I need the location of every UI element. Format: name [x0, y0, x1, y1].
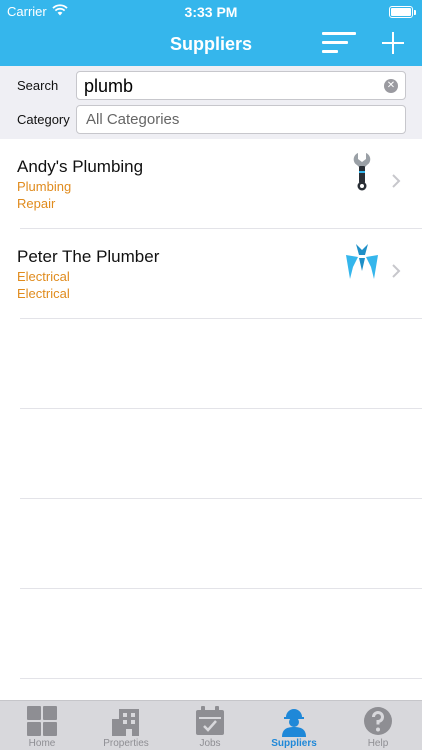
tab-label: Properties — [103, 738, 149, 749]
supplier-category: Repair — [17, 196, 56, 211]
chevron-right-icon — [392, 264, 401, 278]
tab-properties[interactable]: Properties — [84, 701, 168, 750]
home-grid-icon — [27, 706, 57, 736]
chevron-right-icon — [392, 174, 401, 188]
supplier-name: Andy's Plumbing — [17, 157, 144, 176]
tab-jobs[interactable]: Jobs — [168, 701, 252, 750]
search-label: Search — [17, 78, 59, 93]
supplier-row[interactable]: Peter The Plumber Electrical Electrical — [17, 229, 422, 319]
filter-panel: Search ✕ Category All Categories — [0, 66, 422, 139]
help-icon — [364, 707, 392, 735]
clear-search-icon[interactable]: ✕ — [384, 79, 398, 93]
tab-help[interactable]: Help — [336, 701, 420, 750]
supplier-category: Plumbing — [17, 179, 72, 194]
calendar-icon — [196, 706, 224, 735]
status-time: 3:33 PM — [184, 4, 238, 20]
supplier-name: Peter The Plumber — [17, 247, 160, 266]
supplier-row[interactable]: Andy's Plumbing Plumbing Repair — [17, 139, 422, 229]
tab-label: Home — [28, 738, 56, 749]
empty-row — [20, 409, 422, 499]
empty-row — [20, 499, 422, 589]
category-label: Category — [17, 112, 70, 127]
page-title: Suppliers — [169, 34, 253, 54]
building-icon — [112, 709, 139, 736]
supplier-category: Electrical — [17, 269, 70, 284]
category-select[interactable]: All Categories — [76, 105, 406, 134]
tab-home[interactable]: Home — [0, 701, 84, 750]
battery-icon — [389, 6, 416, 18]
wrench-logo-icon — [353, 153, 371, 191]
worker-icon — [282, 709, 306, 737]
sort-button[interactable] — [322, 32, 356, 54]
supplier-category: Electrical — [17, 286, 70, 301]
search-field[interactable]: ✕ — [76, 71, 406, 100]
tab-label: Jobs — [199, 738, 221, 749]
tab-bar: Home Properties Jobs Suppliers Help — [0, 700, 422, 750]
tab-label: Help — [367, 738, 389, 749]
add-supplier-button[interactable] — [380, 30, 406, 56]
geometric-logo-icon — [346, 244, 378, 279]
supplier-list: Andy's Plumbing Plumbing Repair Peter Th… — [0, 139, 422, 679]
status-bar: Carrier 3:33 PM — [0, 0, 422, 22]
empty-row — [20, 589, 422, 679]
search-input[interactable] — [84, 74, 374, 98]
tab-suppliers[interactable]: Suppliers — [252, 701, 336, 750]
empty-row — [20, 319, 422, 409]
nav-header: Carrier 3:33 PM Suppliers — [0, 0, 422, 66]
tab-label: Suppliers — [271, 738, 317, 749]
